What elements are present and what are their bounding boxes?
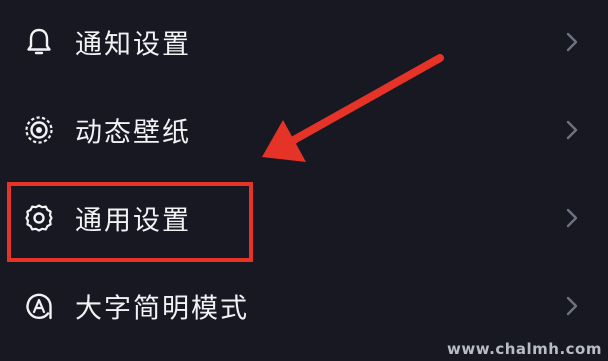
settings-item-label: 通知设置 — [75, 29, 191, 61]
settings-item-live-wallpaper[interactable]: 动态壁纸 — [0, 90, 608, 170]
gear-icon — [24, 203, 54, 233]
settings-item-general[interactable]: 通用设置 — [0, 178, 608, 258]
settings-item-label: 大字简明模式 — [75, 293, 249, 325]
chevron-right-icon — [565, 119, 579, 141]
bell-icon — [24, 27, 54, 57]
live-wallpaper-icon — [24, 115, 54, 145]
settings-screen: 通知设置 动态壁纸 通用设置 大字简明模式 www.chalmh.com — [0, 0, 608, 361]
chevron-right-icon — [565, 295, 579, 317]
settings-item-notifications[interactable]: 通知设置 — [0, 2, 608, 82]
settings-item-large-font-mode[interactable]: 大字简明模式 — [0, 266, 608, 346]
settings-item-label: 动态壁纸 — [75, 117, 191, 149]
settings-item-label: 通用设置 — [75, 205, 191, 237]
large-font-mode-icon — [24, 291, 54, 321]
watermark: www.chalmh.com — [447, 340, 602, 358]
chevron-right-icon — [565, 207, 579, 229]
chevron-right-icon — [565, 31, 579, 53]
